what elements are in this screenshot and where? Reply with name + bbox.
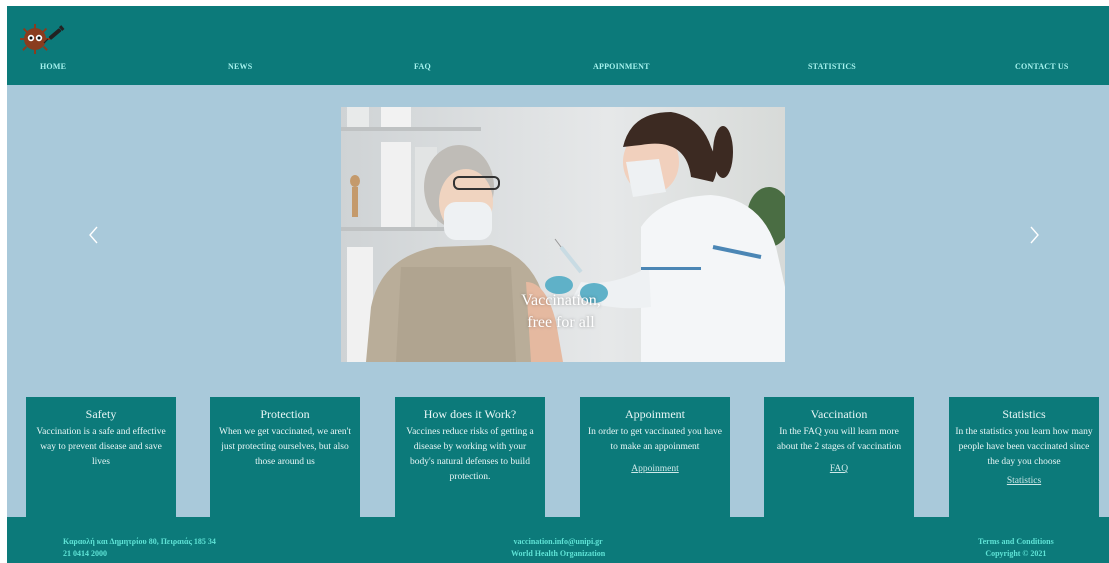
footer-address: Καραολή και Δημητρίου 80, Πειραιάς 185 3… [63, 537, 216, 546]
nav-faq[interactable]: FAQ [414, 62, 431, 71]
card-protection: Protection When we get vaccinated, we ar… [210, 397, 360, 517]
chevron-left-icon [89, 226, 98, 244]
card-statistics: Statistics In the statistics you learn h… [949, 397, 1099, 517]
nav-appoinment[interactable]: APPOINMENT [593, 62, 650, 71]
card-title: Vaccination [810, 407, 868, 421]
nav-statistics[interactable]: STATISTICS [808, 62, 856, 71]
footer: Καραολή και Δημητρίου 80, Πειραιάς 185 3… [7, 517, 1109, 563]
chevron-right-icon [1030, 226, 1039, 244]
card-how-it-works: How does it Work? Vaccines reduce risks … [395, 397, 545, 517]
footer-center: vaccination.info@unipi.gr World Health O… [511, 536, 605, 560]
card-appoinment: Appoinment In order to get vaccinated yo… [580, 397, 730, 517]
card-title: Appoinment [625, 407, 685, 421]
footer-org: World Health Organization [511, 549, 606, 558]
nav-home[interactable]: HOME [40, 62, 66, 71]
footer-copyright: Copyright © 2021 [985, 549, 1047, 558]
card-title: Protection [260, 407, 310, 421]
card-text: In the statistics you learn how many peo… [955, 427, 1093, 467]
header-bar: HOME NEWS FAQ APPOINMENT STATISTICS CONT… [7, 6, 1109, 85]
footer-contact: Καραολή και Δημητρίου 80, Πειραιάς 185 3… [63, 536, 216, 560]
hero-caption-line2: free for all [527, 314, 595, 331]
appoinment-link[interactable]: Appoinment [631, 464, 679, 474]
carousel-next-button[interactable] [1026, 224, 1042, 246]
card-text: In the FAQ you will learn more about the… [776, 427, 902, 452]
hero-caption-line1: Vaccination, [521, 292, 601, 309]
nav-contact-us[interactable]: CONTACT US [1015, 62, 1069, 71]
card-text: Vaccination is a safe and effective way … [36, 427, 166, 467]
card-text: In order to get vaccinated you have to m… [588, 427, 722, 452]
card-title: Safety [85, 407, 117, 421]
nav-news[interactable]: NEWS [228, 62, 252, 71]
terms-link[interactable]: Terms and Conditions [978, 536, 1054, 548]
virus-logo-icon[interactable] [18, 22, 66, 56]
card-text: Vaccines reduce risks of getting a disea… [406, 427, 534, 482]
card-text: When we get vaccinated, we aren't just p… [218, 427, 351, 467]
footer-phone: 21 0414 2000 [63, 549, 107, 558]
statistics-link[interactable]: Statistics [1007, 476, 1041, 486]
footer-right: Terms and Conditions Copyright © 2021 [978, 536, 1054, 560]
card-title: How does it Work? [423, 407, 517, 421]
faq-link[interactable]: FAQ [830, 464, 848, 474]
page: HOME NEWS FAQ APPOINMENT STATISTICS CONT… [7, 6, 1109, 563]
hero-caption: Vaccination, free for all [511, 290, 611, 334]
card-title: Statistics [1002, 407, 1046, 421]
footer-email[interactable]: vaccination.info@unipi.gr [511, 536, 605, 548]
card-safety: Safety Vaccination is a safe and effecti… [26, 397, 176, 517]
card-vaccination: Vaccination In the FAQ you will learn mo… [764, 397, 914, 517]
carousel-prev-button[interactable] [86, 224, 102, 246]
